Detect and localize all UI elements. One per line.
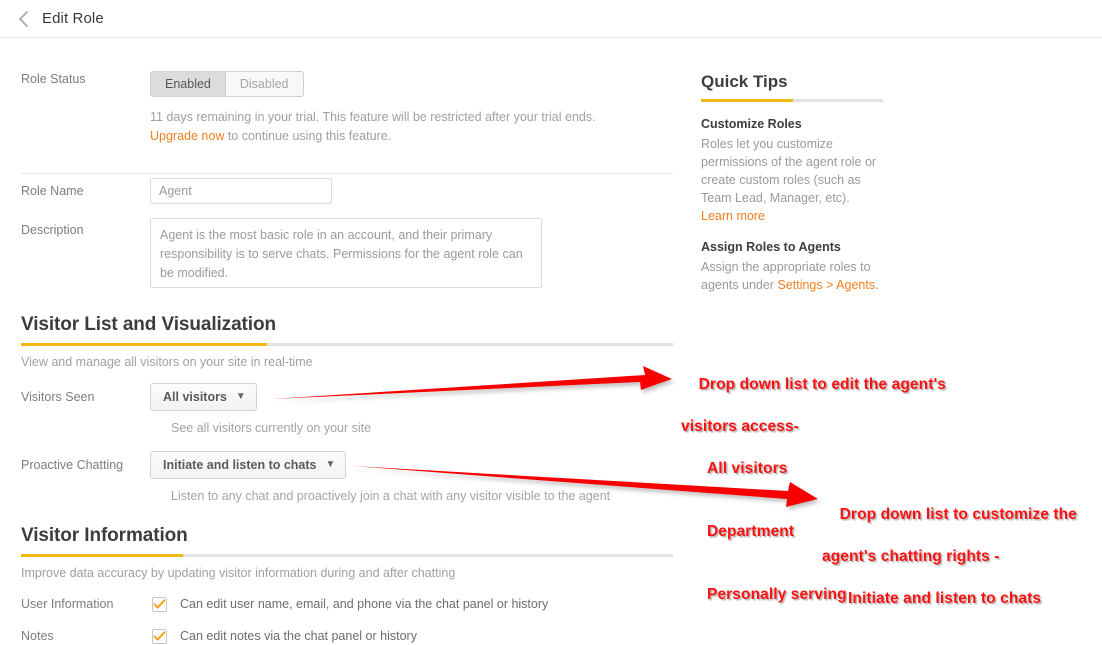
tip-customize-roles-body: Roles let you customize permissions of t… (701, 135, 887, 225)
visitors-seen-hint: See all visitors currently on your site (171, 421, 372, 435)
role-name-label: Role Name (21, 184, 84, 198)
proactive-chatting-dropdown-value: Initiate and listen to chats (163, 458, 317, 472)
visitor-list-section-title: Visitor List and Visualization (21, 314, 276, 335)
page-header: Edit Role (0, 0, 1102, 38)
page-title: Edit Role (42, 10, 104, 27)
visitors-seen-label: Visitors Seen (21, 390, 95, 404)
annotation-proactive-chatting-item-1: Initiate and listen to chats (848, 590, 1042, 607)
visitor-information-section-subtitle: Improve data accuracy by updating visito… (21, 566, 456, 580)
user-information-text: Can edit user name, email, and phone via… (180, 597, 549, 611)
visitors-seen-dropdown-value: All visitors (163, 390, 227, 404)
section-accent-bar (21, 554, 183, 557)
main-content: Role Status Enabled Disabled 11 days rem… (0, 38, 690, 644)
notes-row: Notes Can edit notes via the chat panel … (0, 628, 690, 644)
visitor-list-section-rule (21, 343, 673, 346)
role-name-input[interactable] (150, 178, 332, 204)
quick-tips-accent-bar (701, 99, 793, 102)
upgrade-now-link[interactable]: Upgrade now (150, 129, 224, 143)
quick-tips-rule (701, 99, 883, 102)
tip-customize-roles-text: Roles let you customize permissions of t… (701, 137, 877, 205)
tip-assign-roles-body: Assign the appropriate roles to agents u… (701, 258, 887, 294)
settings-agents-link[interactable]: Settings > Agents (777, 278, 875, 292)
visitor-list-section-subtitle: View and manage all visitors on your sit… (21, 355, 313, 369)
role-status-label: Role Status (21, 72, 86, 86)
proactive-chatting-dropdown[interactable]: Initiate and listen to chats ▼ (150, 451, 347, 479)
role-name-row: Role Name (0, 178, 690, 204)
description-textarea[interactable]: Agent is the most basic role in an accou… (150, 218, 542, 288)
trial-notice-tail: to continue using this feature. (224, 129, 392, 143)
visitors-seen-dropdown[interactable]: All visitors ▼ (150, 383, 257, 411)
section-accent-bar (21, 343, 267, 346)
role-status-row: Role Status Enabled Disabled 11 days rem… (0, 71, 690, 146)
description-label: Description (21, 223, 84, 237)
quick-tips-title: Quick Tips (701, 72, 788, 91)
trial-notice: 11 days remaining in your trial. This fe… (150, 108, 690, 146)
tip-customize-roles-heading: Customize Roles (701, 117, 802, 131)
role-status-enabled-button[interactable]: Enabled (151, 72, 226, 96)
user-information-row: User Information Can edit user name, ema… (0, 596, 690, 612)
section-divider (21, 173, 673, 174)
visitor-information-section-rule (21, 554, 673, 557)
visitor-list-section: Visitor List and Visualization View and … (0, 314, 690, 503)
trial-notice-line2: Upgrade now to continue using this featu… (150, 127, 690, 146)
chevron-down-icon: ▼ (325, 459, 336, 470)
annotation-proactive-chatting-line1: Drop down list to customize the (839, 506, 1077, 523)
proactive-chatting-hint: Listen to any chat and proactively join … (171, 489, 611, 503)
role-status-disabled-button[interactable]: Disabled (225, 72, 303, 96)
annotation-proactive-chatting-line2: agent's chatting rights - (822, 548, 1000, 565)
annotation-visitors-seen-line2: visitors access- (681, 418, 799, 435)
trial-notice-line1: 11 days remaining in your trial. This fe… (150, 110, 596, 124)
role-status-toggle[interactable]: Enabled Disabled (150, 71, 304, 97)
annotation-proactive-chatting: Drop down list to customize the agent's … (822, 483, 1077, 645)
annotation-visitors-seen-line1: Drop down list to edit the agent's (698, 376, 946, 393)
description-row: Description Agent is the most basic role… (0, 218, 690, 293)
proactive-chatting-label: Proactive Chatting (21, 458, 124, 472)
quick-tips-panel: Quick Tips Customize Roles Roles let you… (701, 72, 896, 294)
user-information-label: User Information (21, 597, 114, 611)
annotation-visitors-seen-item-1: All visitors (707, 460, 788, 477)
proactive-chatting-row: Proactive Chatting Initiate and listen t… (0, 451, 690, 479)
visitors-seen-row: Visitors Seen All visitors ▼ (0, 383, 690, 411)
edit-role-page: Edit Role Role Status Enabled Disabled 1… (0, 0, 1102, 645)
visitor-information-section-title: Visitor Information (21, 525, 188, 546)
notes-checkbox[interactable] (152, 628, 167, 644)
notes-label: Notes (21, 629, 54, 643)
user-information-checkbox[interactable] (152, 596, 167, 612)
visitor-information-section: Visitor Information Improve data accurac… (0, 525, 690, 644)
learn-more-link[interactable]: Learn more (701, 209, 765, 223)
chevron-down-icon: ▼ (235, 391, 246, 402)
chevron-left-icon[interactable] (14, 10, 32, 28)
tip-assign-roles-heading: Assign Roles to Agents (701, 240, 841, 254)
notes-text: Can edit notes via the chat panel or his… (180, 629, 417, 643)
tip-assign-roles-text-tail: . (875, 278, 879, 292)
